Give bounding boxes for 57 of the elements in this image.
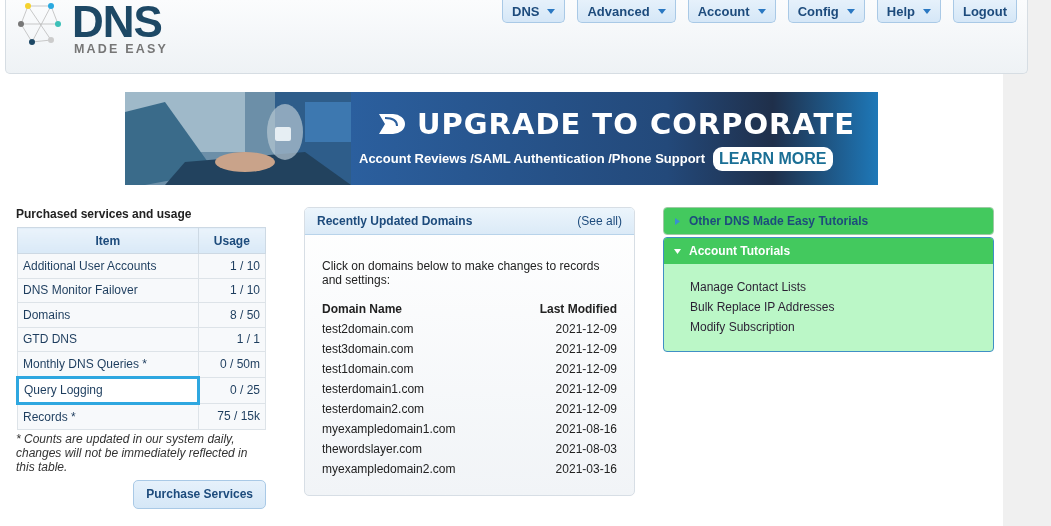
logo-name: DNS: [72, 2, 162, 42]
tutorial-link[interactable]: Bulk Replace IP Addresses: [690, 300, 967, 314]
logo-icon: [377, 111, 407, 136]
learn-more-button[interactable]: LEARN MORE: [712, 146, 833, 171]
modified-date: 2021-12-09: [555, 322, 617, 336]
tutorial-link[interactable]: Manage Contact Lists: [690, 280, 967, 294]
tutorial-link[interactable]: Modify Subscription: [690, 320, 967, 334]
nav-menu-button[interactable]: Logout: [952, 0, 1017, 23]
domain-name[interactable]: test3domain.com: [322, 342, 414, 356]
domain-name[interactable]: test2domain.com: [322, 322, 414, 336]
domain-name[interactable]: myexampledomain2.com: [322, 462, 456, 476]
modified-date: 2021-03-16: [555, 462, 617, 476]
caret-icon: [757, 8, 766, 14]
modified-date: 2021-12-09: [555, 382, 617, 396]
domain-name[interactable]: testerdomain2.com: [322, 402, 425, 416]
domain-name[interactable]: testerdomain1.com: [322, 382, 425, 396]
banner-headline: UPGRADE TO CORPORATE: [417, 106, 856, 141]
purchase-services-button[interactable]: Purchase Services: [133, 479, 266, 509]
table-cell: 0 / 25: [198, 377, 266, 404]
nav-menu-button[interactable]: DNS: [502, 0, 566, 23]
accordion-header[interactable]: Other DNS Made Easy Tutorials: [664, 208, 993, 234]
column-header: Item: [17, 227, 199, 254]
caret-down-icon: [674, 247, 681, 255]
table-cell: GTD DNS: [17, 327, 199, 352]
caret-icon: [547, 8, 556, 14]
domain-name[interactable]: test1domain.com: [322, 362, 414, 376]
nav-menu-button[interactable]: Account: [687, 0, 776, 23]
column-header: Last Modified: [539, 302, 617, 316]
caret-right-icon: [674, 217, 681, 225]
column-header: Domain Name: [322, 302, 403, 316]
banner-subline: Account Reviews /SAML Authentication /Phone Support: [359, 151, 705, 166]
logo-tagline: MADE EASY: [73, 42, 169, 56]
domain-name[interactable]: myexampledomain1.com: [322, 422, 456, 436]
caret-icon: [657, 8, 666, 14]
table-cell: DNS Monitor Failover: [17, 278, 199, 303]
table-cell: Monthly DNS Queries *: [17, 351, 199, 377]
nav-menu-button[interactable]: Advanced: [577, 0, 676, 23]
nav-menu-button[interactable]: Config: [787, 0, 865, 23]
caret-icon: [922, 8, 931, 14]
modified-date: 2021-12-09: [555, 342, 617, 356]
column-header: Usage: [198, 227, 266, 254]
modified-date: 2021-12-09: [555, 402, 617, 416]
highlighted-table-cell: Query Logging: [17, 377, 199, 404]
domain-name[interactable]: thewordslayer.com: [322, 442, 423, 456]
modified-date: 2021-08-16: [555, 422, 617, 436]
caret-icon: [846, 8, 855, 14]
modified-date: 2021-12-09: [555, 362, 617, 376]
usage-title: Purchased services and usage: [16, 207, 193, 221]
footnote: * Counts are updated in our system daily, changes will not be immediately reflected in this table.: [16, 431, 249, 474]
nav-menu-button[interactable]: Help: [876, 0, 941, 23]
intro-text: Click on domains below to make changes to records and settings:: [322, 259, 601, 287]
see-all-link[interactable]: (See all): [577, 214, 622, 228]
table-cell: Records *: [17, 403, 199, 429]
table-cell: Additional User Accounts: [17, 253, 199, 278]
modified-date: 2021-08-03: [555, 442, 617, 456]
table-cell: Domains: [17, 302, 199, 327]
panel-title: Recently Updated Domains: [317, 214, 473, 228]
